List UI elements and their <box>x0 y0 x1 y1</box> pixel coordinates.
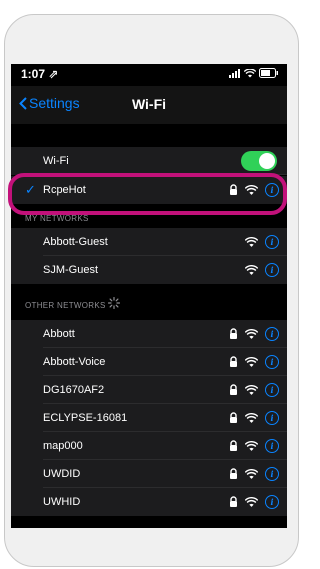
lock-icon <box>230 384 237 395</box>
page-title: Wi-Fi <box>131 96 167 112</box>
section-title: OTHER NETWORKS <box>25 301 106 310</box>
info-icon[interactable]: i <box>265 355 279 369</box>
network-icons: i <box>229 383 279 397</box>
info-icon[interactable]: i <box>265 495 279 509</box>
network-row[interactable]: UWDID i <box>11 460 287 488</box>
network-icons: i <box>229 467 279 481</box>
wifi-icon <box>245 328 258 339</box>
network-name: Abbott <box>43 328 75 340</box>
info-icon[interactable]: i <box>265 235 279 249</box>
network-row[interactable]: SJM-Guest i <box>11 256 287 284</box>
network-icons: i <box>229 327 279 341</box>
wifi-icon <box>245 264 258 275</box>
network-name: Abbott-Guest <box>43 236 108 248</box>
wifi-status-icon <box>244 68 256 77</box>
network-row[interactable]: ECLYPSE-16081 i <box>11 404 287 432</box>
network-row[interactable]: Abbott i <box>11 320 287 348</box>
network-icons: i <box>229 495 279 509</box>
loading-spinner-icon <box>108 297 120 309</box>
info-icon[interactable]: i <box>265 467 279 481</box>
wifi-icon <box>245 468 258 479</box>
network-name: UWDID <box>43 468 81 480</box>
network-icons: i <box>229 411 279 425</box>
connected-network-highlight <box>8 173 287 215</box>
network-row[interactable]: UWHID i <box>11 488 287 516</box>
network-name: map000 <box>43 440 83 452</box>
wifi-toggle-row: Wi-Fi <box>11 147 287 175</box>
network-name: UWHID <box>43 496 81 508</box>
status-bar: 1:07 ⇗ <box>11 64 287 86</box>
network-name: ECLYPSE-16081 <box>43 412 128 424</box>
lock-icon <box>230 468 237 479</box>
wifi-icon <box>245 236 258 247</box>
phone-screen: 1:07 ⇗ Settings Wi-Fi Wi-Fi ✓ RcpeHot i … <box>11 64 287 528</box>
network-icons: i <box>245 263 279 277</box>
network-row[interactable]: DG1670AF2 i <box>11 376 287 404</box>
info-icon[interactable]: i <box>265 411 279 425</box>
status-time: 1:07 ⇗ <box>21 67 59 81</box>
lock-icon <box>230 440 237 451</box>
lock-icon <box>230 328 237 339</box>
lock-icon <box>230 496 237 507</box>
network-name: DG1670AF2 <box>43 384 105 396</box>
network-icons: i <box>229 355 279 369</box>
lock-icon <box>230 356 237 367</box>
wifi-icon <box>245 496 258 507</box>
toggle-knob <box>259 153 275 169</box>
network-name: SJM-Guest <box>43 264 99 276</box>
wifi-icon <box>245 440 258 451</box>
info-icon[interactable]: i <box>265 383 279 397</box>
info-icon[interactable]: i <box>265 439 279 453</box>
lock-icon <box>230 412 237 423</box>
other-networks-header: OTHER NETWORKS <box>11 293 287 315</box>
wifi-label: Wi-Fi <box>43 155 69 167</box>
network-name: Abbott-Voice <box>43 356 106 368</box>
network-row[interactable]: map000 i <box>11 432 287 460</box>
network-icons: i <box>229 439 279 453</box>
wifi-icon <box>245 412 258 423</box>
network-icons: i <box>245 235 279 249</box>
info-icon[interactable]: i <box>265 327 279 341</box>
network-row[interactable]: Abbott-Voice i <box>11 348 287 376</box>
network-row[interactable]: Abbott-Guest i <box>11 228 287 256</box>
navigation-bar: Settings Wi-Fi <box>11 86 287 124</box>
wifi-toggle[interactable] <box>241 151 277 171</box>
battery-icon <box>259 68 278 78</box>
wifi-icon <box>245 384 258 395</box>
signal-icon <box>229 68 240 78</box>
wifi-icon <box>245 356 258 367</box>
section-title: MY NETWORKS <box>25 214 89 223</box>
status-icons <box>229 68 279 78</box>
info-icon[interactable]: i <box>265 263 279 277</box>
